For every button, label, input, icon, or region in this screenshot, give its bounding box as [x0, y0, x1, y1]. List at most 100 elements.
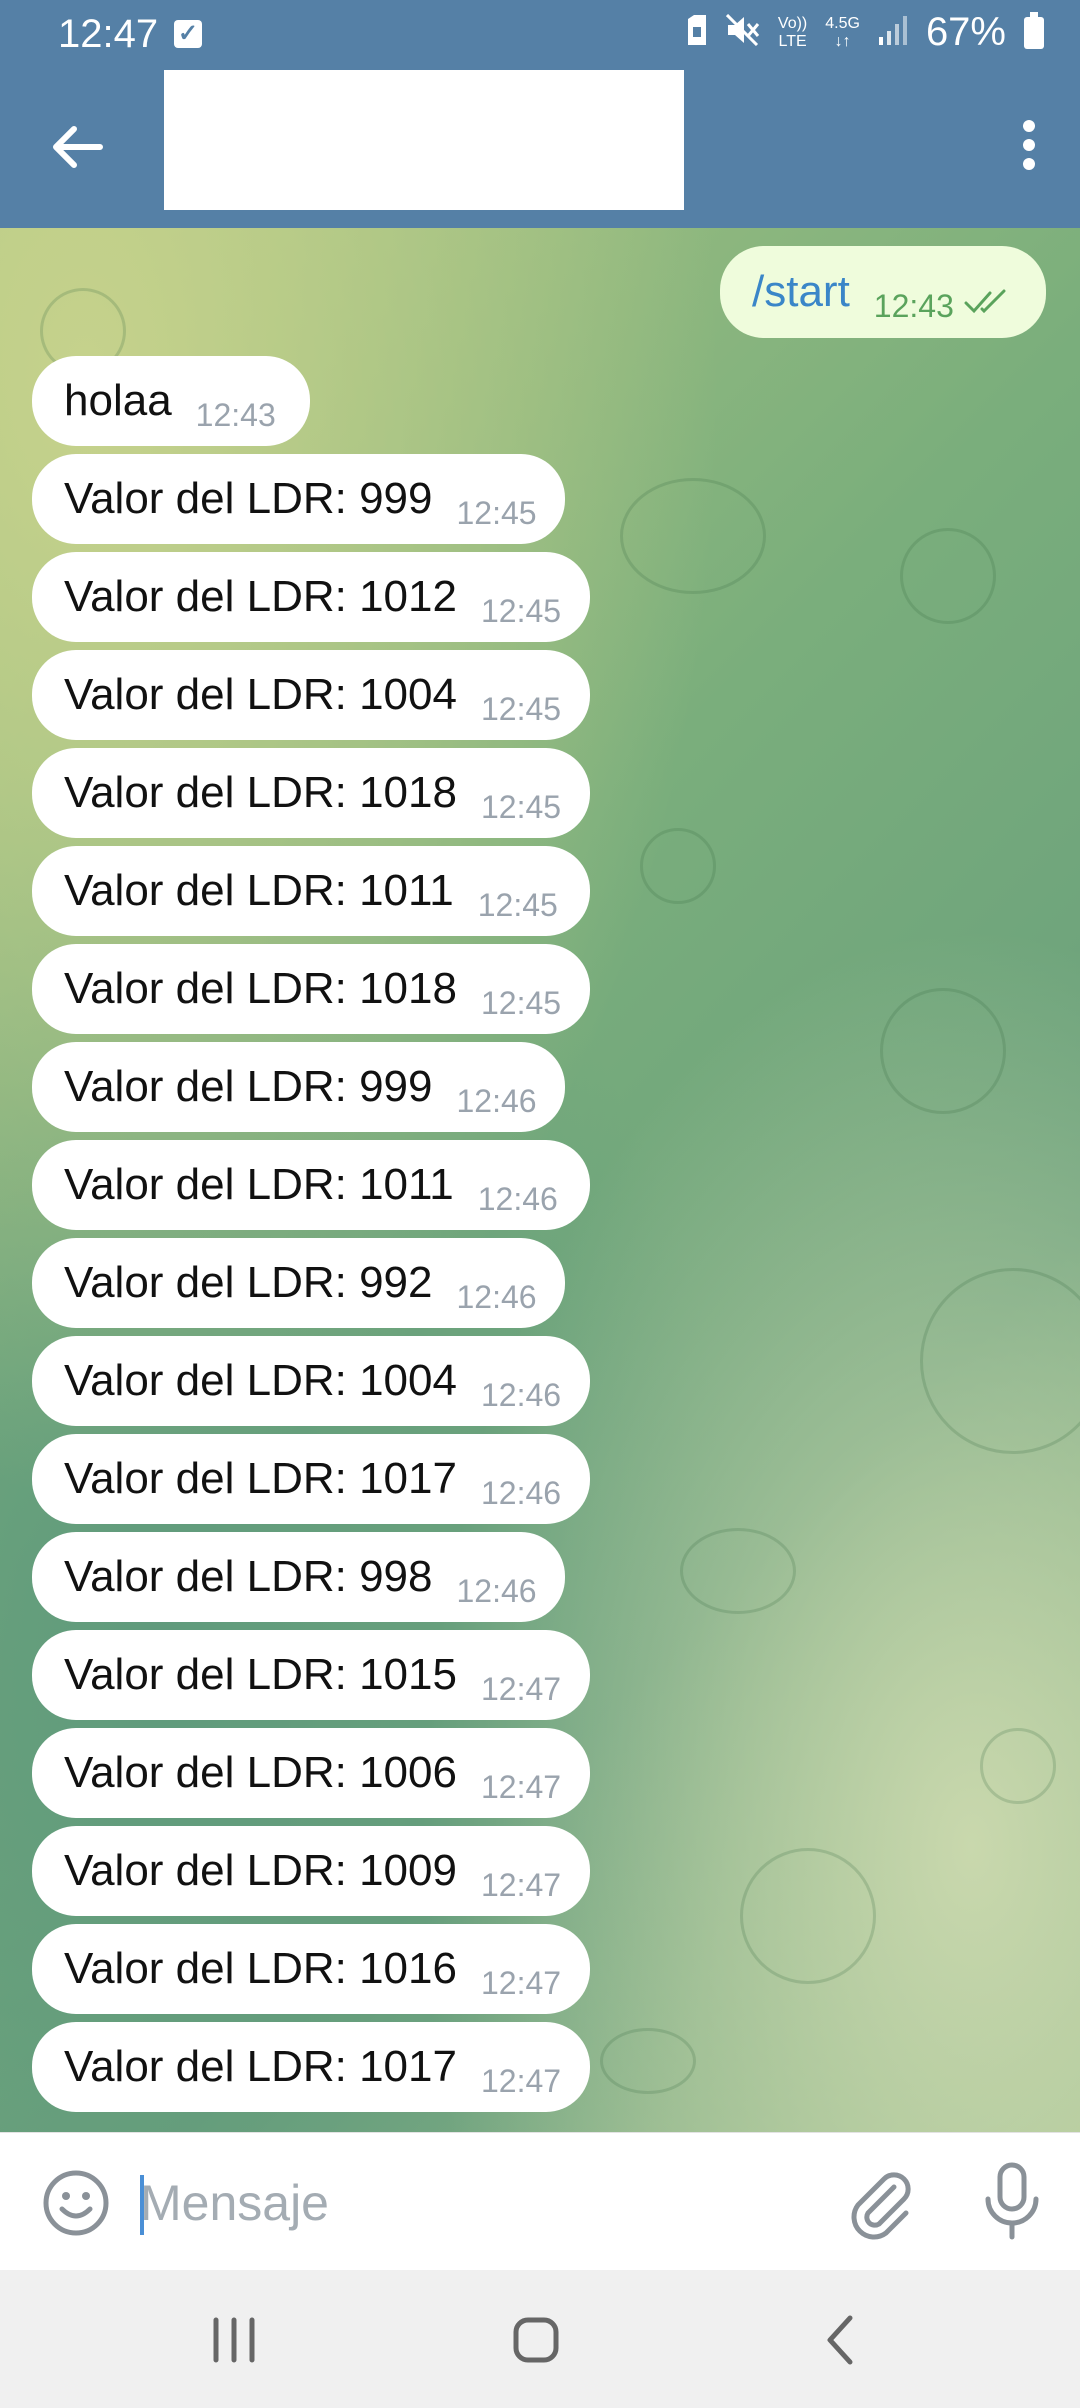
message-text: Valor del LDR: 1017	[64, 1454, 457, 1503]
system-back-button[interactable]	[780, 2300, 900, 2380]
message-text: Valor del LDR: 992	[64, 1258, 433, 1307]
wallpaper-doodle	[740, 1848, 876, 1984]
message-text: Valor del LDR: 1012	[64, 572, 457, 621]
message-text: Valor del LDR: 1009	[64, 1846, 457, 1895]
wallpaper-doodle	[680, 1528, 796, 1614]
message-time: 12:46	[456, 1572, 537, 1609]
incoming-message[interactable]: Valor del LDR: 999 12:46	[32, 1042, 565, 1132]
outgoing-message[interactable]: /start 12:43	[720, 246, 1046, 338]
incoming-message[interactable]: Valor del LDR: 1017 12:47	[32, 2022, 590, 2112]
recent-apps-icon	[213, 2317, 255, 2363]
status-time: 12:47	[58, 12, 159, 56]
incoming-message[interactable]: Valor del LDR: 999 12:45	[32, 454, 565, 544]
message-time: 12:43	[873, 287, 954, 324]
message-text: Valor del LDR: 1015	[64, 1650, 457, 1699]
home-button[interactable]	[476, 2300, 596, 2380]
message-time: 12:47	[480, 1768, 562, 1805]
chevron-left-icon	[827, 2315, 853, 2365]
mute-icon	[725, 13, 760, 51]
notification-check-icon: ✓	[174, 20, 202, 48]
wallpaper-doodle	[640, 828, 716, 904]
sim-icon	[686, 15, 708, 50]
data-icon: 4.5G ↓↑	[825, 14, 860, 50]
message-time: 12:47	[480, 1964, 562, 2001]
battery-icon	[1024, 11, 1044, 49]
status-icons: Vo)) LTE 4.5G ↓↑ 67%	[686, 10, 1044, 55]
system-navigation-bar	[0, 2270, 1080, 2408]
message-time: 12:45	[480, 690, 562, 727]
message-text: holaa	[64, 376, 172, 425]
more-options-button[interactable]	[992, 108, 1066, 182]
wallpaper-doodle	[980, 1728, 1056, 1804]
incoming-message[interactable]: Valor del LDR: 1017 12:46	[32, 1434, 590, 1524]
incoming-message[interactable]: Valor del LDR: 1011 12:46	[32, 1140, 590, 1230]
wallpaper-doodle	[620, 478, 766, 594]
paperclip-icon	[851, 2172, 911, 2240]
microphone-icon	[985, 2162, 1039, 2240]
kebab-menu-icon	[1023, 120, 1035, 170]
message-input[interactable]	[140, 2163, 800, 2243]
message-text: /start	[752, 267, 850, 316]
volte-label: Vo))	[777, 14, 808, 32]
message-time: 12:46	[477, 1180, 558, 1217]
incoming-message[interactable]: Valor del LDR: 1004 12:45	[32, 650, 590, 740]
incoming-message[interactable]: Valor del LDR: 1011 12:45	[32, 846, 590, 936]
message-text: Valor del LDR: 1018	[64, 768, 457, 817]
recent-apps-button[interactable]	[174, 2300, 294, 2380]
lte-label: LTE	[778, 32, 807, 50]
message-text: Valor del LDR: 999	[64, 474, 433, 523]
message-time: 12:45	[480, 984, 562, 1021]
message-time: 12:47	[480, 1866, 562, 1903]
incoming-message[interactable]: holaa 12:43	[32, 356, 310, 446]
incoming-message[interactable]: Valor del LDR: 992 12:46	[32, 1238, 565, 1328]
incoming-message[interactable]: Valor del LDR: 998 12:46	[32, 1532, 565, 1622]
message-time: 12:45	[477, 886, 558, 923]
message-time: 12:47	[480, 1670, 562, 1707]
back-button[interactable]	[40, 110, 114, 184]
message-text: Valor del LDR: 1006	[64, 1748, 457, 1797]
incoming-message[interactable]: Valor del LDR: 1012 12:45	[32, 552, 590, 642]
chat-area[interactable]: /start 12:43 holaa 12:43 Valor del LDR: …	[0, 228, 1080, 2132]
message-text: Valor del LDR: 998	[64, 1552, 433, 1601]
message-composer	[0, 2132, 1080, 2271]
attach-button[interactable]	[842, 2165, 918, 2241]
incoming-message[interactable]: Valor del LDR: 1006 12:47	[32, 1728, 590, 1818]
smiley-icon	[43, 2170, 109, 2236]
chat-header	[0, 70, 1080, 228]
incoming-message[interactable]: Valor del LDR: 1004 12:46	[32, 1336, 590, 1426]
message-text: Valor del LDR: 1017	[64, 2042, 457, 2091]
message-time: 12:45	[480, 592, 562, 629]
chat-title[interactable]	[164, 70, 684, 210]
data-label: 4.5G	[825, 14, 860, 32]
arrow-left-icon	[53, 126, 103, 168]
message-text: Valor del LDR: 1004	[64, 1356, 457, 1405]
message-time: 12:46	[480, 1474, 562, 1511]
double-check-icon	[964, 289, 1014, 320]
emoji-button[interactable]	[40, 2167, 112, 2239]
message-text: Valor del LDR: 1004	[64, 670, 457, 719]
incoming-message[interactable]: Valor del LDR: 1018 12:45	[32, 748, 590, 838]
incoming-message[interactable]: Valor del LDR: 1016 12:47	[32, 1924, 590, 2014]
message-text: Valor del LDR: 1011	[64, 1160, 454, 1209]
wallpaper-doodle	[880, 988, 1006, 1114]
message-time: 12:46	[456, 1082, 537, 1119]
message-text: Valor del LDR: 1011	[64, 866, 454, 915]
incoming-message[interactable]: Valor del LDR: 1009 12:47	[32, 1826, 590, 1916]
message-text: Valor del LDR: 1016	[64, 1944, 457, 1993]
message-text: Valor del LDR: 999	[64, 1062, 433, 1111]
wallpaper-doodle	[920, 1268, 1080, 1454]
status-bar: 12:47 ✓ Vo)) LTE 4.5G ↓↑ 67%	[0, 0, 1080, 70]
voice-button[interactable]	[976, 2161, 1048, 2241]
battery-percent: 67%	[925, 10, 1006, 54]
message-time: 12:46	[456, 1278, 537, 1315]
message-text: Valor del LDR: 1018	[64, 964, 457, 1013]
wallpaper-doodle	[600, 2028, 696, 2094]
wallpaper-doodle	[900, 528, 996, 624]
signal-icon	[878, 15, 908, 50]
home-icon	[513, 2317, 559, 2363]
incoming-message[interactable]: Valor del LDR: 1018 12:45	[32, 944, 590, 1034]
volte-icon: Vo)) LTE	[778, 15, 807, 51]
message-time: 12:46	[480, 1376, 562, 1413]
incoming-message[interactable]: Valor del LDR: 1015 12:47	[32, 1630, 590, 1720]
message-time: 12:45	[480, 788, 562, 825]
